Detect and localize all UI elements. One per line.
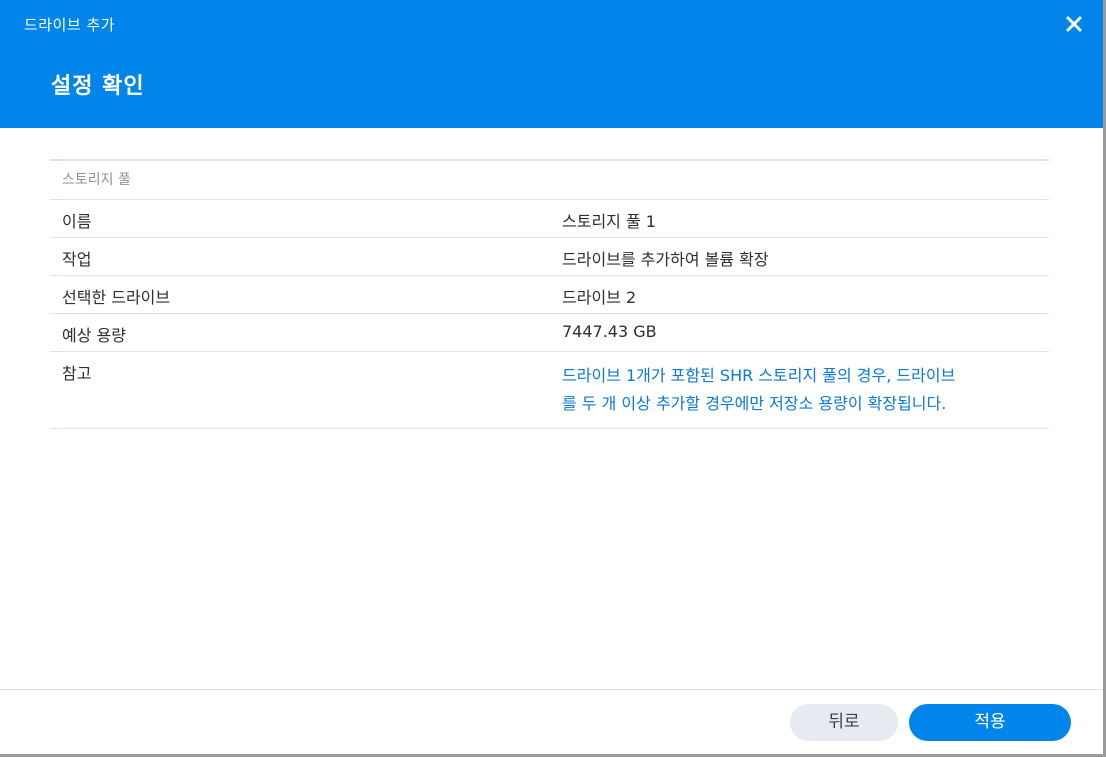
apply-button[interactable]: 적용 — [909, 704, 1071, 741]
note-text-line-2: 를 두 개 이상 추가할 경우에만 저장소 용량이 확장됩니다. — [562, 394, 947, 413]
group-title-storage-pool: 스토리지 풀 — [50, 161, 1049, 200]
window-title: 드라이브 추가 — [24, 16, 116, 34]
page-title: 설정 확인 — [51, 74, 145, 99]
table-row: 이름 스토리지 풀 1 — [50, 200, 1049, 238]
table-row: 작업 드라이브를 추가하여 볼륨 확장 — [50, 238, 1049, 276]
row-value-name: 스토리지 풀 1 — [562, 212, 656, 231]
dialog-header: 드라이브 추가 설정 확인 — [0, 0, 1103, 128]
table-row: 예상 용량 7447.43 GB — [50, 314, 1049, 352]
table-row-note: 참고 드라이브 1개가 포함된 SHR 스토리지 풀의 경우, 드라이브 를 두… — [50, 352, 1049, 429]
row-value-task: 드라이브를 추가하여 볼륨 확장 — [562, 250, 769, 269]
dialog-footer: 뒤로 적용 — [0, 689, 1103, 755]
row-label-estimated-capacity: 예상 용량 — [62, 326, 126, 345]
row-label-task: 작업 — [62, 250, 92, 269]
back-button[interactable]: 뒤로 — [790, 704, 898, 741]
settings-summary-table: 스토리지 풀 이름 스토리지 풀 1 작업 드라이브를 추가하여 볼륨 확장 선… — [50, 159, 1049, 429]
close-button[interactable] — [1063, 13, 1085, 35]
row-value-selected-drives: 드라이브 2 — [562, 288, 637, 307]
row-value-note: 드라이브 1개가 포함된 SHR 스토리지 풀의 경우, 드라이브 를 두 개 … — [550, 352, 1049, 428]
add-drive-dialog: 드라이브 추가 설정 확인 스토리지 풀 이름 스토리지 풀 1 작업 드라이브… — [0, 0, 1106, 757]
close-icon — [1066, 16, 1082, 32]
table-row: 선택한 드라이브 드라이브 2 — [50, 276, 1049, 314]
row-label-name: 이름 — [62, 212, 92, 231]
row-value-estimated-capacity: 7447.43 GB — [562, 322, 657, 341]
row-label-note: 참고 — [62, 364, 92, 383]
row-label-selected-drives: 선택한 드라이브 — [62, 288, 171, 307]
note-text-line-1: 드라이브 1개가 포함된 SHR 스토리지 풀의 경우, 드라이브 — [562, 366, 956, 385]
